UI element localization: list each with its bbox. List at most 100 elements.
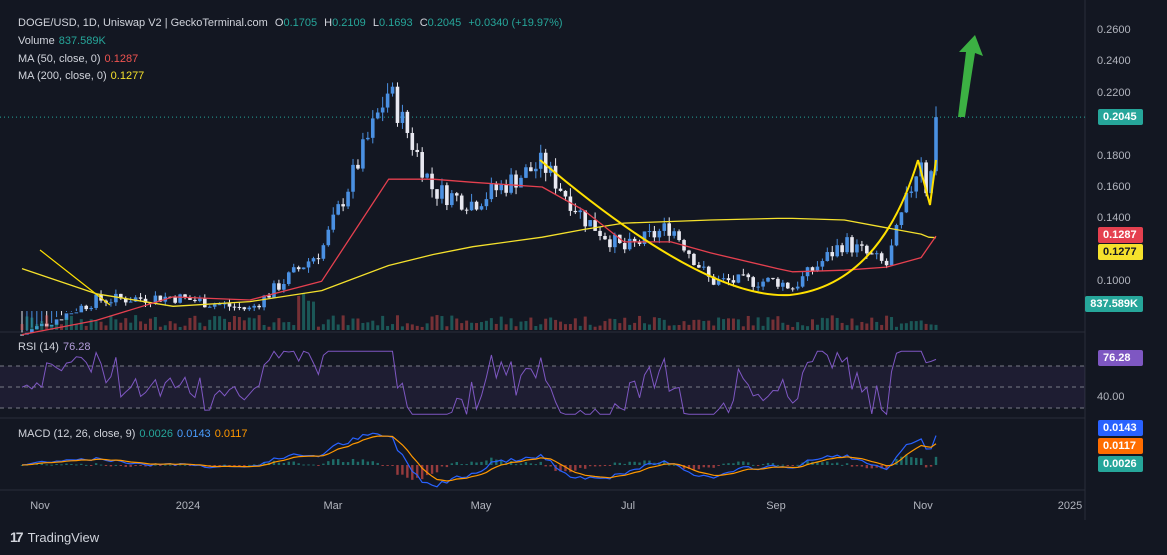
candle-body [622, 243, 627, 250]
volume-bar [934, 324, 938, 330]
candle-body [286, 272, 291, 284]
candle-body [450, 193, 454, 206]
volume-bar [351, 318, 355, 330]
volume-legend[interactable]: Volume 837.589K [18, 33, 110, 49]
candle-body [380, 107, 385, 113]
volume-bar [326, 319, 330, 330]
volume-bar [796, 322, 800, 330]
chart-canvas[interactable] [0, 0, 1167, 555]
volume-bar [890, 317, 894, 330]
volume-bar [736, 319, 740, 330]
volume-bar [287, 321, 291, 330]
volume-bar [341, 315, 345, 330]
volume-bar [400, 326, 404, 330]
symbol-title[interactable]: DOGE/USD, 1D, Uniswap V2 | GeckoTerminal… [18, 17, 268, 29]
volume-bar [292, 325, 296, 330]
change-value: +0.0340 (+19.97%) [468, 17, 563, 29]
macd-histogram-bar [45, 464, 48, 466]
volume-bar [450, 315, 454, 330]
candle-body [370, 118, 375, 138]
candle-body [874, 253, 879, 255]
ma200-legend[interactable]: MA (200, close, 0) 0.1277 [18, 68, 148, 84]
macd-histogram-bar [737, 461, 740, 465]
macd-hist-tag: 0.0026 [1098, 456, 1143, 472]
candle-body [736, 274, 741, 283]
volume-bar [104, 325, 108, 330]
open-value: 0.1705 [283, 17, 318, 29]
macd-histogram-bar [860, 465, 864, 467]
macd-histogram-bar [722, 463, 725, 465]
volume-bar [302, 293, 306, 330]
volume-bar [445, 326, 449, 330]
candle-body [445, 185, 449, 206]
macd-histogram-bar [70, 463, 73, 465]
macd-histogram-bar [633, 461, 636, 465]
candle-body [756, 286, 760, 288]
ohlc-header: DOGE/USD, 1D, Uniswap V2 | GeckoTerminal… [18, 17, 563, 29]
macd-histogram-bar [460, 464, 463, 466]
macd-histogram-bar [845, 463, 849, 465]
macd-legend[interactable]: MACD (12, 26, close, 9) 0.0026 0.0143 0.011… [18, 426, 252, 442]
candle-body [79, 305, 84, 313]
volume-bar [801, 325, 805, 330]
candle-body [217, 304, 222, 306]
low-value: 0.1693 [378, 17, 413, 29]
candle-body [89, 307, 93, 310]
macd-histogram-bar [55, 463, 58, 465]
macd-histogram-bar [450, 463, 454, 465]
y-tick-label: 0.1400 [1097, 212, 1131, 224]
x-tick-label: Sep [766, 500, 786, 512]
candle-body [227, 303, 232, 307]
macd-histogram-bar [183, 464, 187, 466]
candle-body [776, 278, 780, 287]
volume-bar [835, 317, 839, 330]
macd-histogram-bar [75, 464, 78, 466]
volume-bar [484, 320, 488, 330]
macd-histogram-bar [712, 465, 715, 468]
volume-bar [539, 324, 543, 330]
volume-bar [924, 323, 928, 330]
high-value: 0.2109 [332, 17, 366, 29]
volume-bar [440, 316, 444, 330]
candle-body [346, 191, 350, 207]
macd-histogram-bar [440, 465, 444, 467]
candle-body [598, 230, 602, 236]
volume-bar [909, 321, 913, 330]
candle-body [563, 190, 568, 197]
volume-bar [405, 323, 409, 330]
rsi-level-label: 40.00 [1097, 391, 1125, 403]
ma50-legend[interactable]: MA (50, close, 0) 0.1287 [18, 51, 142, 67]
macd-histogram-bar [732, 463, 735, 465]
macd-histogram-bar [371, 461, 374, 465]
candle-body [879, 253, 884, 261]
volume-bar [307, 300, 311, 330]
macd-histogram-bar [519, 463, 523, 465]
candle-body [593, 220, 597, 231]
x-tick-label: Nov [30, 500, 50, 512]
volume-bar [598, 325, 602, 330]
volume-bar [223, 318, 227, 330]
volume-bar [573, 318, 577, 330]
volume-bar [45, 315, 49, 330]
volume-bar [662, 319, 666, 330]
volume-bar [272, 322, 276, 330]
macd-histogram-bar [524, 461, 528, 465]
candle-body [459, 195, 464, 210]
volume-bar [242, 320, 246, 330]
rsi-legend[interactable]: RSI (14) 76.28 [18, 339, 95, 355]
volume-bar [514, 326, 518, 330]
volume-bar [237, 317, 241, 330]
candle-body [721, 278, 726, 280]
tradingview-brand[interactable]: 17 TradingView [10, 529, 99, 545]
candle-body [677, 231, 681, 241]
candle-body [825, 252, 830, 262]
volume-bar [806, 326, 810, 330]
macd-line-tag: 0.0117 [1098, 438, 1143, 454]
volume-bar [712, 325, 716, 330]
candle-body [59, 319, 64, 321]
candle-body [835, 245, 839, 257]
volume-bar [148, 318, 152, 330]
volume-bar [232, 316, 236, 330]
volume-bar [114, 319, 118, 330]
volume-bar [470, 322, 474, 330]
